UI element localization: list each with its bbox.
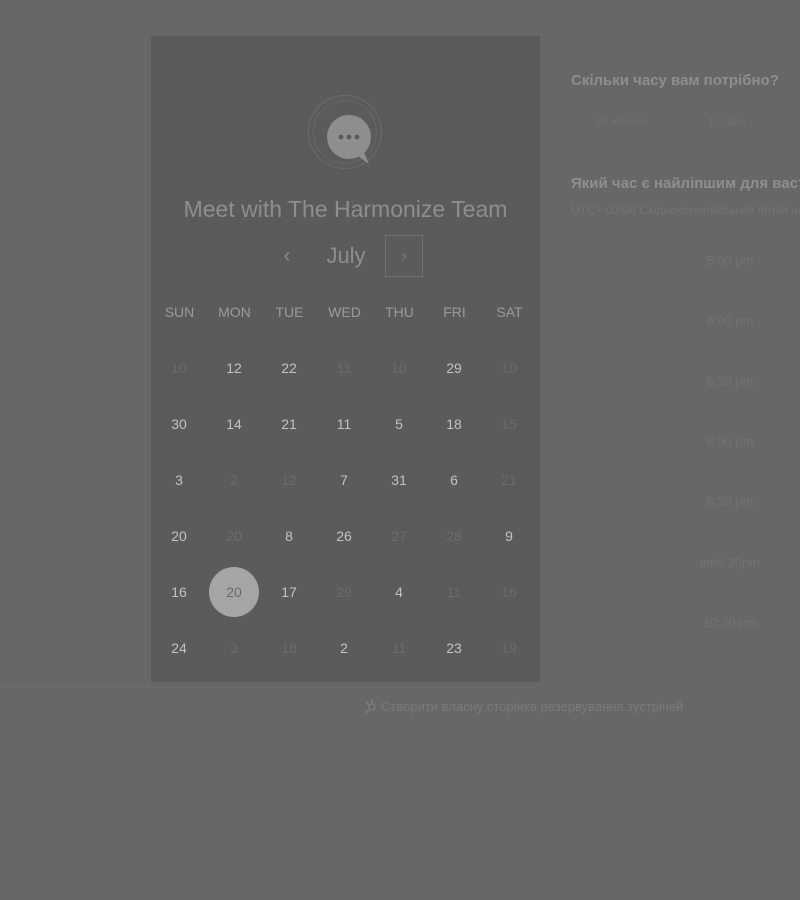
calendar-day[interactable]: 8 <box>267 514 311 558</box>
time-slot[interactable]: 8:00 pm <box>690 434 770 449</box>
weekday-sat: SAT <box>496 304 523 320</box>
weekday-sun: SUN <box>164 304 195 320</box>
month-label: July <box>326 243 366 268</box>
prev-month-button[interactable]: ‹ <box>275 244 299 268</box>
calendar-day[interactable]: 24 <box>157 626 201 670</box>
calendar-day[interactable]: 3 <box>157 458 201 502</box>
page-title: Meet with The Harmonize Team <box>183 196 508 222</box>
calendar-day[interactable]: 14 <box>212 402 256 446</box>
calendar-day[interactable]: 20 <box>157 514 201 558</box>
calendar-panel: Meet with The Harmonize Team ‹ July › SU… <box>151 36 540 682</box>
divider <box>0 686 151 687</box>
calendar-day: 20 <box>226 528 242 544</box>
calendar-day[interactable]: 12 <box>212 346 256 390</box>
calendar-day[interactable]: 2 <box>322 626 366 670</box>
calendar-day[interactable]: 30 <box>157 402 201 446</box>
duration-option-30min[interactable]: 30 хвилин <box>596 116 647 128</box>
calendar-day[interactable]: 17 <box>267 570 311 614</box>
calendar-day[interactable]: 6 <box>432 458 476 502</box>
calendar-day: 15 <box>501 416 517 432</box>
calendar-day[interactable]: 18 <box>432 402 476 446</box>
next-month-button[interactable]: › <box>385 235 423 277</box>
time-slot[interactable]: 6:00 pm <box>690 313 770 328</box>
calendar-day: 12 <box>281 472 297 488</box>
calendar-day[interactable]: 4 <box>377 570 421 614</box>
time-slot[interactable]: 5:00 pm <box>690 253 770 268</box>
timezone-label[interactable]: UTC+ 03:00 Східноєвропейський літній час <box>571 203 800 217</box>
time-question: Який час є найліпшим для вас? <box>571 175 800 192</box>
calendar-day: 21 <box>501 472 517 488</box>
calendar-day: 27 <box>391 528 407 544</box>
calendar-day: 11 <box>391 640 407 656</box>
calendar-day: 3 <box>230 640 238 656</box>
weekday-wed: WED <box>328 304 361 320</box>
sprocket-icon <box>364 699 376 714</box>
calendar-day: 19 <box>501 640 517 656</box>
calendar-day[interactable]: 21 <box>267 402 311 446</box>
calendar-day[interactable]: 16 <box>157 570 201 614</box>
calendar-day: 11 <box>446 584 462 600</box>
weekday-mon: MON <box>218 304 251 320</box>
calendar-day[interactable]: 31 <box>377 458 421 502</box>
time-slot[interactable]: 8:30 pm <box>690 494 770 509</box>
calendar-day: 18 <box>281 640 297 656</box>
time-slot[interactable]: вів6:30pm <box>690 555 770 570</box>
calendar-day[interactable]: 9 <box>487 514 531 558</box>
calendar-day: 10 <box>501 360 517 376</box>
weekday-fri: FRI <box>443 304 466 320</box>
create-booking-page-link[interactable]: Створити власну сторінка резервування зу… <box>364 699 683 714</box>
calendar-day: 10 <box>391 360 407 376</box>
duration-option-1hour[interactable]: 1 годин <box>708 116 745 128</box>
chat-bubble-logo-icon <box>325 114 379 168</box>
weekday-tue: TUE <box>275 304 304 320</box>
calendar-day: 11 <box>336 360 352 376</box>
calendar-day[interactable]: 5 <box>377 402 421 446</box>
calendar-day[interactable]: 11 <box>322 402 366 446</box>
calendar-day: 10 <box>171 360 187 376</box>
calendar-day-selected[interactable]: 20 <box>209 567 259 617</box>
calendar-day[interactable]: 29 <box>432 346 476 390</box>
calendar-day[interactable]: 23 <box>432 626 476 670</box>
time-slot[interactable]: 6:30 pm <box>690 374 770 389</box>
calendar-day: 28 <box>446 528 462 544</box>
weekday-thu: THU <box>385 304 414 320</box>
create-booking-page-label: Створити власну сторінка резервування зу… <box>381 699 684 714</box>
calendar-day[interactable]: 26 <box>322 514 366 558</box>
time-slot[interactable]: 10:30 pm <box>690 615 770 630</box>
calendar-day: 29 <box>336 584 352 600</box>
calendar-day: 16 <box>501 584 517 600</box>
duration-question: Скільки часу вам потрібно? <box>571 72 779 89</box>
calendar-day[interactable]: 7 <box>322 458 366 502</box>
calendar-day[interactable]: 22 <box>267 346 311 390</box>
calendar-day: 2 <box>230 472 238 488</box>
